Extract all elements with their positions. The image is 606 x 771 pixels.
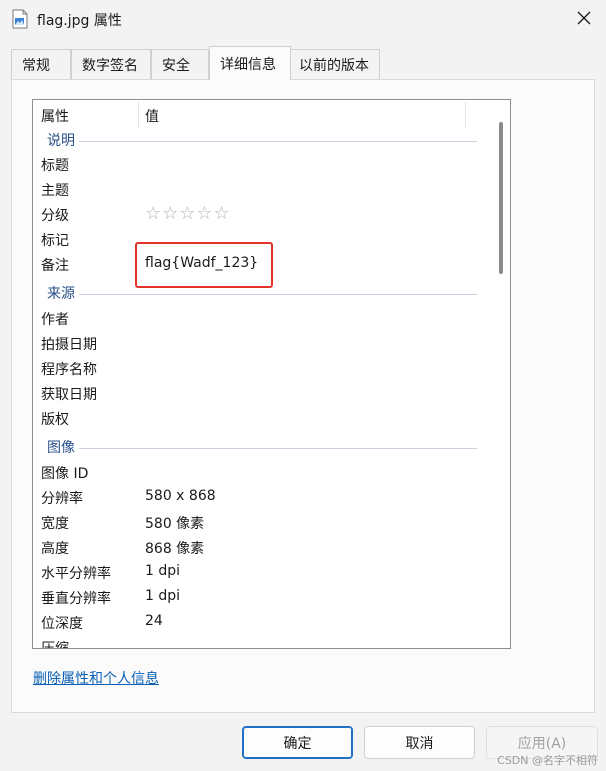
close-button[interactable] [562, 0, 606, 40]
column-divider[interactable] [138, 102, 139, 128]
group-image: 图像 [33, 435, 493, 460]
tab-digital-signatures[interactable]: 数字签名 [71, 49, 151, 79]
column-header-value[interactable]: 值 [145, 106, 159, 126]
tab-security[interactable]: 安全 [151, 49, 209, 79]
cancel-button[interactable]: 取消 [364, 726, 475, 759]
row-program-name[interactable]: 程序名称 [33, 357, 493, 382]
group-divider [47, 141, 477, 142]
tab-general[interactable]: 常规 [11, 49, 71, 79]
row-compression[interactable]: 压缩 [33, 636, 493, 648]
row-tags[interactable]: 标记 [33, 228, 493, 253]
title-bar: flag.jpg 属性 [0, 0, 606, 40]
group-title: 来源 [47, 283, 79, 303]
row-width[interactable]: 宽度 580 像素 [33, 511, 493, 536]
row-date-taken[interactable]: 拍摄日期 [33, 332, 493, 357]
comments-value[interactable]: flag{Wadf_123} [145, 255, 258, 271]
row-horizontal-resolution[interactable]: 水平分辨率 1 dpi [33, 561, 493, 586]
group-origin: 来源 [33, 281, 493, 306]
watermark: CSDN @名字不相符 [497, 754, 598, 767]
row-comments[interactable]: 备注 flag{Wadf_123} [33, 253, 493, 278]
row-dimensions[interactable]: 分辨率 580 x 868 [33, 486, 493, 511]
row-title[interactable]: 标题 [33, 153, 493, 178]
group-divider [47, 294, 477, 295]
vertical-scrollbar[interactable] [492, 100, 510, 648]
group-title: 图像 [47, 437, 79, 457]
rating-stars[interactable]: ☆☆☆☆☆ [145, 203, 231, 224]
remove-properties-link[interactable]: 删除属性和个人信息 [33, 668, 159, 688]
ok-button[interactable]: 确定 [242, 726, 353, 759]
row-date-acquired[interactable]: 获取日期 [33, 382, 493, 407]
image-file-icon [12, 9, 28, 29]
tab-previous-versions[interactable]: 以前的版本 [290, 49, 380, 79]
column-divider[interactable] [465, 102, 466, 128]
close-icon [577, 11, 591, 29]
group-divider [47, 448, 477, 449]
row-subject[interactable]: 主题 [33, 178, 493, 203]
row-height[interactable]: 高度 868 像素 [33, 536, 493, 561]
window-title: flag.jpg 属性 [37, 13, 122, 29]
properties-list[interactable]: 属性 值 说明 标题 主题 分级 ☆☆☆☆☆ 标记 备注 flag{Wadf_12… [32, 99, 511, 649]
row-authors[interactable]: 作者 [33, 307, 493, 332]
column-header-property[interactable]: 属性 [41, 106, 69, 126]
details-panel: 属性 值 说明 标题 主题 分级 ☆☆☆☆☆ 标记 备注 flag{Wadf_12… [11, 79, 595, 713]
group-description: 说明 [33, 128, 493, 153]
group-title: 说明 [47, 130, 79, 150]
row-rating[interactable]: 分级 ☆☆☆☆☆ [33, 203, 493, 228]
row-bit-depth[interactable]: 位深度 24 [33, 611, 493, 636]
row-copyright[interactable]: 版权 [33, 407, 493, 432]
row-vertical-resolution[interactable]: 垂直分辨率 1 dpi [33, 586, 493, 611]
row-image-id[interactable]: 图像 ID [33, 461, 493, 486]
scrollbar-thumb[interactable] [499, 122, 503, 274]
tab-details[interactable]: 详细信息 [209, 46, 291, 80]
